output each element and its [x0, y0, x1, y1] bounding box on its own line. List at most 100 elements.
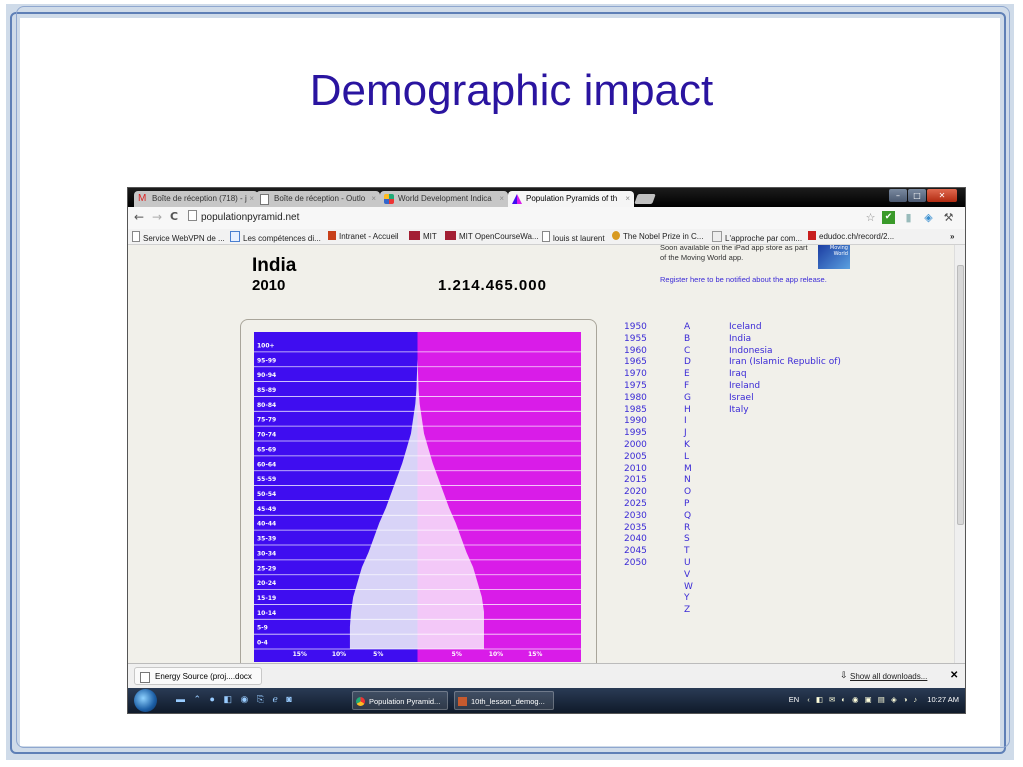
country-link[interactable]: Italy — [729, 405, 841, 417]
letter-index-link[interactable]: R — [684, 523, 693, 535]
close-icon[interactable]: × — [625, 191, 630, 207]
year-option[interactable]: 1990 — [624, 416, 647, 428]
year-option[interactable]: 1970 — [624, 369, 647, 381]
wrench-icon[interactable]: ⚒ — [942, 211, 955, 224]
letter-index-link[interactable]: H — [684, 405, 693, 417]
letter-index-link[interactable]: W — [684, 582, 693, 594]
letter-index-link[interactable]: B — [684, 334, 693, 346]
year-option[interactable]: 2030 — [624, 511, 647, 523]
letter-index-link[interactable]: D — [684, 357, 693, 369]
back-icon[interactable]: ← — [134, 210, 144, 224]
tab-world-development[interactable]: World Development Indica × — [380, 191, 508, 207]
year-option[interactable]: 2020 — [624, 487, 647, 499]
letter-index-link[interactable]: M — [684, 464, 693, 476]
year-option[interactable]: 2045 — [624, 546, 647, 558]
country-link[interactable]: Indonesia — [729, 346, 841, 358]
country-link[interactable]: Iran (Islamic Republic of) — [729, 357, 841, 369]
country-link[interactable]: Iceland — [729, 322, 841, 334]
year-option[interactable]: 2050 — [624, 558, 647, 570]
year-option[interactable]: 1995 — [624, 428, 647, 440]
letter-index-link[interactable]: Q — [684, 511, 693, 523]
quicklaunch-icons[interactable]: ▬ ⌃ ● ◧ ◉ ⎘ ℯ ◙ — [176, 694, 295, 705]
year-option[interactable]: 1960 — [624, 346, 647, 358]
country-link[interactable]: India — [729, 334, 841, 346]
bookmark-item[interactable]: louis st laurent — [542, 231, 605, 244]
bookmark-item[interactable]: Les compétences di... — [230, 231, 321, 244]
letter-index-link[interactable]: C — [684, 346, 693, 358]
year-option[interactable]: 1975 — [624, 381, 647, 393]
letter-index-link[interactable]: U — [684, 558, 693, 570]
tray-icons[interactable]: ‹ ◧ ✉ ◐ ◉ ▣ ▤ ◈ ◑ ♪ — [807, 695, 919, 704]
maximize-icon[interactable]: □ — [908, 189, 926, 202]
letter-index-link[interactable]: N — [684, 475, 693, 487]
edudoc-icon — [808, 231, 816, 240]
letter-index-link[interactable]: P — [684, 499, 693, 511]
year-option[interactable]: 2005 — [624, 452, 647, 464]
bookmark-item[interactable]: MIT OpenCourseWa... — [445, 231, 539, 242]
letter-index-link[interactable]: E — [684, 369, 693, 381]
year-option[interactable]: 1950 — [624, 322, 647, 334]
bookmark-item[interactable]: MIT — [409, 231, 437, 242]
start-button[interactable] — [134, 689, 157, 712]
country-link[interactable]: Israel — [729, 393, 841, 405]
year-option[interactable]: 1955 — [624, 334, 647, 346]
extension-icon[interactable]: ◈ — [922, 211, 935, 224]
bookmark-item[interactable]: Service WebVPN de ... — [132, 231, 225, 244]
year-option[interactable]: 2040 — [624, 534, 647, 546]
tab-population-pyramids[interactable]: Population Pyramids of th × — [508, 191, 634, 207]
address-bar[interactable]: populationpyramid.net — [188, 210, 878, 225]
year-option[interactable]: 1980 — [624, 393, 647, 405]
year-option[interactable]: 2000 — [624, 440, 647, 452]
letter-index-link[interactable]: V — [684, 570, 693, 582]
page-scrollbar[interactable] — [954, 245, 965, 663]
letter-index-link[interactable]: J — [684, 428, 693, 440]
letter-index-link[interactable]: O — [684, 487, 693, 499]
bookmark-item[interactable]: edudoc.ch/record/2... — [808, 231, 894, 242]
tab-outlook[interactable]: Boîte de réception - Outlo × — [256, 191, 380, 207]
forward-icon[interactable]: → — [152, 210, 162, 224]
bookmark-item[interactable]: Intranet - Accueil — [328, 231, 399, 242]
checkmark-icon[interactable]: ✔ — [882, 211, 895, 224]
register-link[interactable]: Register here to be notified about the a… — [660, 275, 830, 285]
letter-index-link[interactable]: S — [684, 534, 693, 546]
clock[interactable]: 10:27 AM — [927, 695, 959, 704]
letter-index-link[interactable]: A — [684, 322, 693, 334]
country-link[interactable]: Iraq — [729, 369, 841, 381]
download-item[interactable]: Energy Source (proj....docx — [134, 667, 262, 685]
taskbar-item-browser[interactable]: Population Pyramid... — [352, 691, 448, 710]
bookmarks-overflow-button[interactable]: » — [950, 231, 954, 242]
letter-index-link[interactable]: Y — [684, 593, 693, 605]
scrollbar-thumb[interactable] — [957, 265, 964, 525]
signal-icon[interactable]: ▮ — [902, 211, 915, 224]
letter-index-link[interactable]: Z — [684, 605, 693, 617]
app-thumbnail[interactable]: Moving World — [818, 245, 850, 269]
language-indicator[interactable]: EN — [789, 695, 799, 704]
bookmark-item[interactable]: L'approche par com... — [712, 231, 802, 244]
country-link[interactable]: Ireland — [729, 381, 841, 393]
taskbar-item-powerpoint[interactable]: 10th_lesson_demog... — [454, 691, 554, 710]
close-icon[interactable]: × — [371, 191, 376, 207]
year-option[interactable]: 1965 — [624, 357, 647, 369]
minimize-icon[interactable]: – — [889, 189, 907, 202]
letter-index-link[interactable]: L — [684, 452, 693, 464]
letter-index-link[interactable]: F — [684, 381, 693, 393]
letter-index-link[interactable]: K — [684, 440, 693, 452]
letter-index-link[interactable]: I — [684, 416, 693, 428]
year-option[interactable]: 2010 — [624, 464, 647, 476]
year-option[interactable]: 2035 — [624, 523, 647, 535]
letter-index-link[interactable]: G — [684, 393, 693, 405]
close-icon[interactable]: ✕ — [950, 670, 958, 681]
bookmark-item[interactable]: The Nobel Prize in C... — [612, 231, 703, 242]
close-icon[interactable]: × — [249, 191, 254, 207]
close-window-icon[interactable]: ✕ — [927, 189, 957, 202]
new-tab-button[interactable] — [634, 194, 656, 204]
star-icon[interactable]: ☆ — [864, 211, 877, 224]
year-option[interactable]: 2025 — [624, 499, 647, 511]
reload-icon[interactable]: C — [170, 210, 178, 223]
tab-gmail[interactable]: M Boîte de réception (718) - j × — [134, 191, 258, 207]
letter-index-link[interactable]: T — [684, 546, 693, 558]
show-all-downloads-link[interactable]: Show all downloads... — [850, 672, 927, 681]
close-icon[interactable]: × — [499, 191, 504, 207]
year-option[interactable]: 2015 — [624, 475, 647, 487]
year-option[interactable]: 1985 — [624, 405, 647, 417]
